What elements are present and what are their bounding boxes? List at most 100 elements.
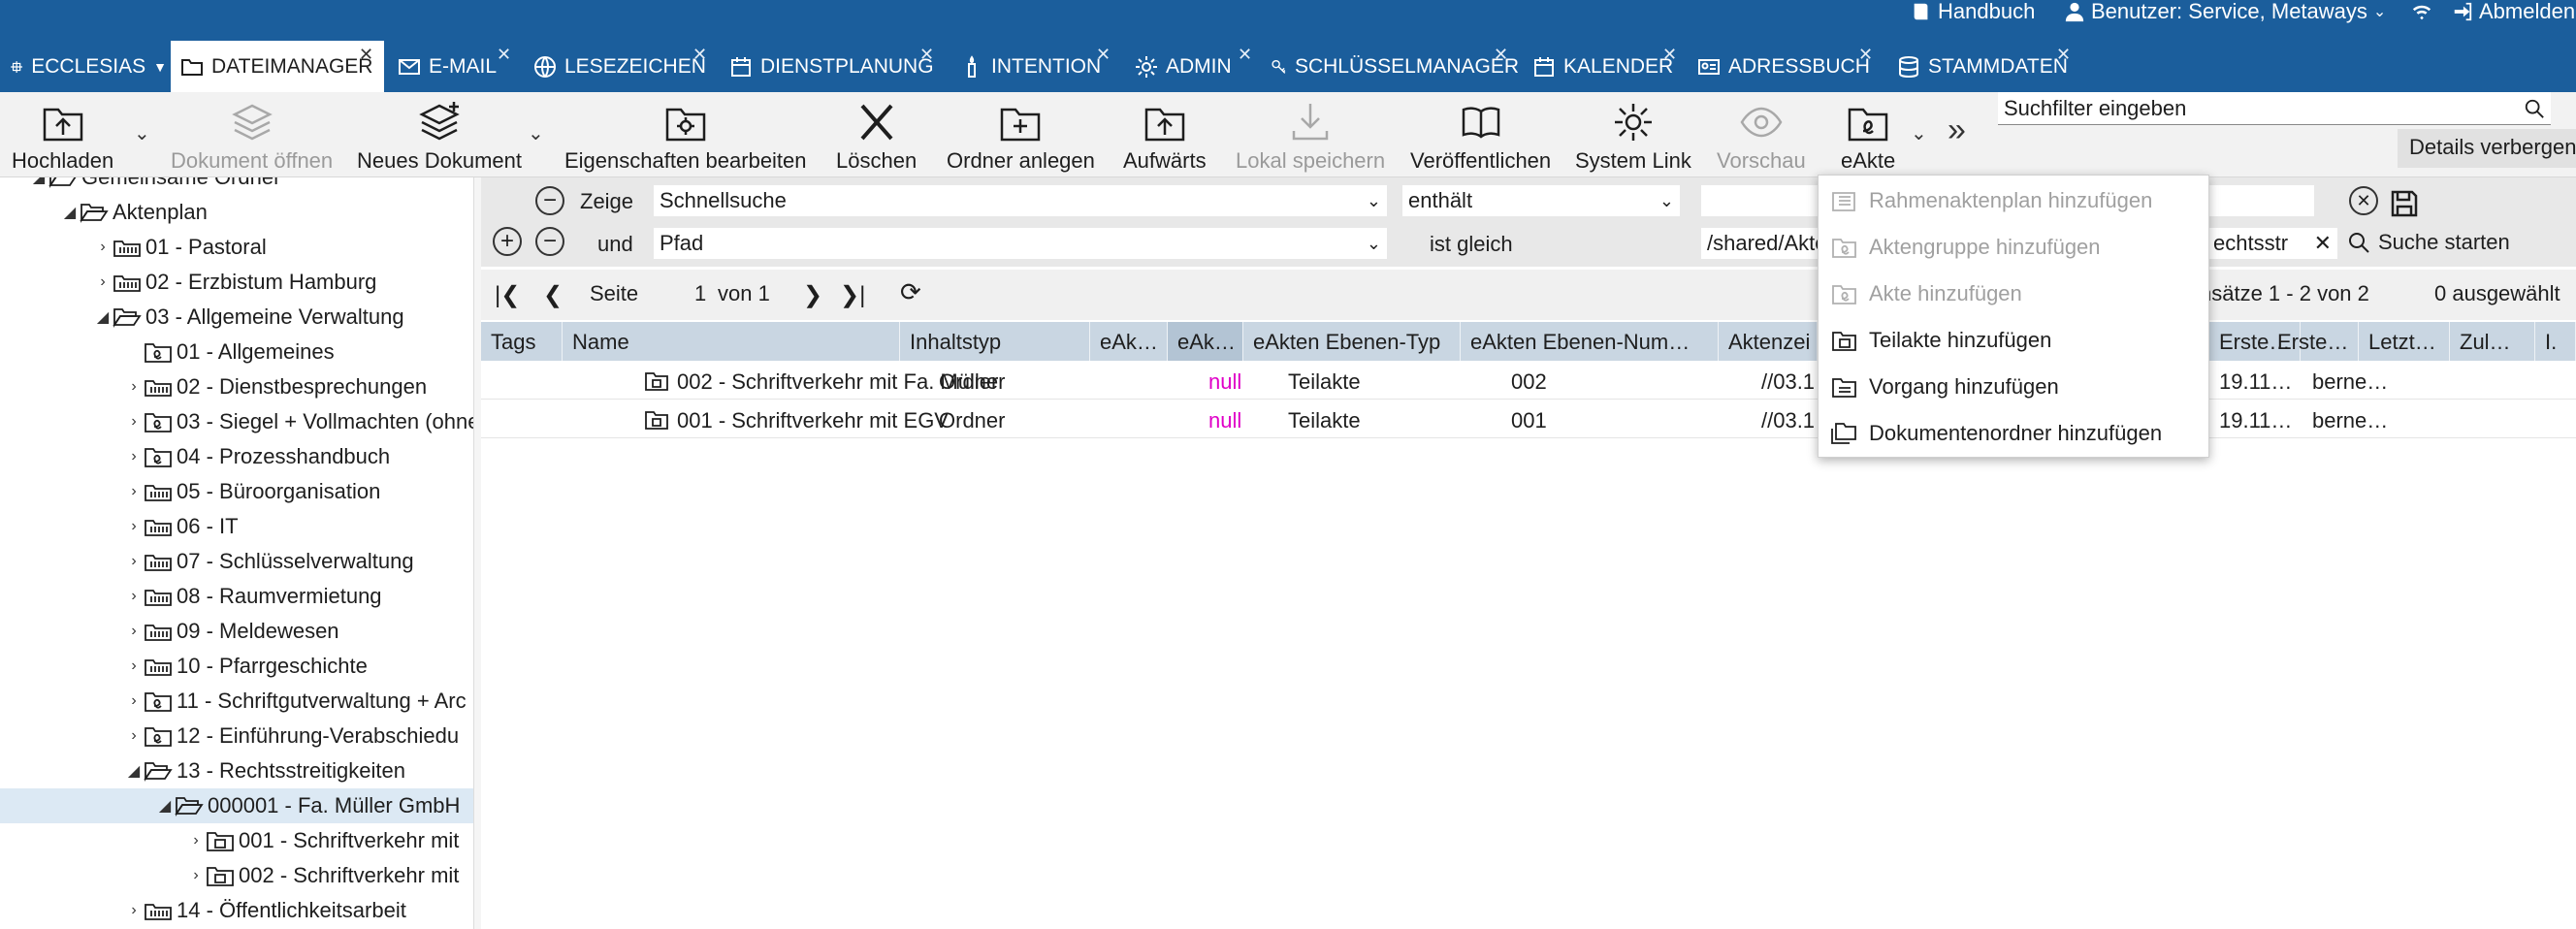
remove-filter-button[interactable]: − <box>535 227 564 256</box>
close-icon[interactable]: ✕ <box>359 45 373 65</box>
chevron-right-icon[interactable]: › <box>124 518 144 535</box>
logout-link[interactable]: Abmelden <box>2452 0 2575 23</box>
tree-node[interactable]: › 04 - Prozesshandbuch <box>0 439 390 474</box>
menu-item[interactable]: Aktengruppe hinzufügen <box>1819 224 2208 271</box>
chevron-right-icon[interactable]: › <box>124 902 144 919</box>
close-icon[interactable]: ✕ <box>1238 45 1252 65</box>
filter-value-input[interactable]: /shared/Akte <box>1701 228 1827 259</box>
tree-node[interactable]: 01 - Allgemeines <box>0 335 335 369</box>
tree-node[interactable]: ◢ Gemeinsame Ordner <box>0 177 280 195</box>
tree-node[interactable]: › 12 - Einführung-Verabschiedu <box>0 719 459 753</box>
add-filter-button[interactable]: + <box>493 227 522 256</box>
chevron-right-icon[interactable]: › <box>124 413 144 431</box>
tree-node[interactable]: › 07 - Schlüsselverwaltung <box>0 544 413 579</box>
tab-adressbuch[interactable]: ADRESSBUCH ✕ <box>1688 41 1882 92</box>
delete-button[interactable]: Löschen <box>836 100 917 177</box>
details-toggle-button[interactable]: Details verbergen <box>2398 129 2576 168</box>
menu-item[interactable]: Teilakte hinzufügen <box>1819 317 2208 364</box>
tab-dateimanager[interactable]: DATEIMANAGER ✕ <box>171 41 384 92</box>
chevron-right-icon[interactable]: › <box>93 273 113 291</box>
tree-node[interactable]: ◢ 13 - Rechtsstreitigkeiten <box>0 753 405 788</box>
tree-node[interactable]: › 08 - Raumvermietung <box>0 579 381 614</box>
chevron-right-icon[interactable]: › <box>124 657 144 675</box>
tree-node[interactable]: ◢ 000001 - Fa. Müller GmbH <box>0 788 473 823</box>
upload-button[interactable]: Hochladen <box>12 100 113 177</box>
system-link-button[interactable]: System Link <box>1575 100 1691 177</box>
chevron-right-icon[interactable]: › <box>124 378 144 396</box>
tree-node[interactable]: › 002 - Schriftverkehr mit <box>0 858 459 893</box>
new-document-button[interactable]: Neues Dokument <box>357 100 522 177</box>
column-header[interactable]: Inhaltstyp <box>900 322 1090 361</box>
open-document-button[interactable]: Dokument öffnen <box>171 100 333 177</box>
tree-node[interactable]: › 02 - Dienstbesprechungen <box>0 369 427 404</box>
filter-value-input[interactable] <box>2207 185 2314 216</box>
tab-schluesselmanager[interactable]: SCHLÜSSELMANAGER ✕ <box>1261 41 1519 92</box>
close-icon[interactable]: ✕ <box>692 45 707 65</box>
last-page-icon[interactable]: ❯| <box>840 281 865 309</box>
more-icon[interactable]: » <box>1948 112 1966 149</box>
close-icon[interactable]: ✕ <box>1858 45 1873 65</box>
chevron-right-icon[interactable]: › <box>124 553 144 570</box>
refresh-icon[interactable]: ⟳ <box>900 277 921 307</box>
tree-node[interactable]: › 10 - Pfarrgeschichte <box>0 649 368 684</box>
chevron-down-icon[interactable]: ⌄ <box>1911 121 1927 145</box>
tree-node[interactable]: › 11 - Schriftgutverwaltung + Arc <box>0 684 466 719</box>
triangle-expanded-icon[interactable]: ◢ <box>155 796 175 816</box>
chevron-right-icon[interactable]: › <box>186 867 206 884</box>
remove-filter-button[interactable]: − <box>535 186 564 215</box>
tab-intention[interactable]: INTENTION ✕ <box>950 41 1115 92</box>
tree-node[interactable]: › 09 - Meldewesen <box>0 614 338 649</box>
next-page-icon[interactable]: ❯ <box>803 281 822 309</box>
panel-splitter[interactable] <box>473 177 481 929</box>
tree-node[interactable]: ◢ 03 - Allgemeine Verwaltung <box>0 300 404 335</box>
chevron-down-icon[interactable]: ⌄ <box>528 121 544 145</box>
tab-kalender[interactable]: KALENDER ✕ <box>1523 41 1682 92</box>
close-icon[interactable]: ✕ <box>2056 45 2071 65</box>
close-icon[interactable]: ✕ <box>2314 231 2332 256</box>
handbook-link[interactable]: Handbuch <box>1911 0 2035 23</box>
menu-item[interactable]: Akte hinzufügen <box>1819 271 2208 317</box>
triangle-expanded-icon[interactable]: ◢ <box>29 177 48 187</box>
close-icon[interactable]: ✕ <box>1096 45 1111 65</box>
close-icon[interactable]: ✕ <box>1494 45 1508 65</box>
column-header[interactable]: Name <box>563 322 900 361</box>
filter-operator-select[interactable]: enthält ⌄ <box>1402 185 1680 216</box>
tree-node[interactable]: › 001 - Schriftverkehr mit <box>0 823 459 858</box>
user-menu[interactable]: Benutzer: Service, Metaways ⌄ <box>2064 0 2386 23</box>
tree-node[interactable]: › 01 - Pastoral <box>0 230 266 265</box>
close-icon[interactable]: ✕ <box>1662 45 1677 65</box>
save-icon[interactable] <box>2390 189 2419 218</box>
start-search-button[interactable]: Suche starten <box>2347 230 2510 255</box>
tree-node[interactable]: › 02 - Erzbistum Hamburg <box>0 265 376 300</box>
edit-properties-button[interactable]: Eigenschaften bearbeiten <box>564 100 807 177</box>
table-row[interactable]: 002 - Schriftverkehr mit Fa. Müller Ordn… <box>481 361 2576 400</box>
column-header[interactable]: I. <box>2535 322 2576 361</box>
eakte-button[interactable]: eAkte <box>1841 100 1895 177</box>
column-header[interactable]: eAkten Ebenen-Typ <box>1243 322 1461 361</box>
column-header[interactable]: Tags <box>481 322 563 361</box>
tab-dienstplanung[interactable]: DIENSTPLANUNG ✕ <box>720 41 939 92</box>
column-header[interactable]: eAkten Ebenen-Num… <box>1461 322 1719 361</box>
menu-item[interactable]: Dokumentenordner hinzufügen <box>1819 410 2208 457</box>
filter-value-input[interactable]: echtsstr ✕ <box>2207 228 2337 259</box>
filter-value-input[interactable] <box>1701 185 1827 216</box>
column-header[interactable]: Zul… <box>2450 322 2535 361</box>
tab-email[interactable]: E-MAIL ✕ <box>388 41 514 92</box>
column-header[interactable]: Erste… <box>2268 322 2359 361</box>
chevron-right-icon[interactable]: › <box>124 692 144 710</box>
chevron-right-icon[interactable]: › <box>124 727 144 745</box>
filter-field-select[interactable]: Pfad ⌄ <box>654 228 1387 259</box>
clear-filter-button[interactable]: ✕ <box>2349 186 2378 215</box>
tab-stammdaten[interactable]: STAMMDATEN ✕ <box>1887 41 2081 92</box>
tab-ecclesias[interactable]: ECCLESIAS ▼ <box>0 41 167 92</box>
up-button[interactable]: Aufwärts <box>1123 100 1207 177</box>
tree-node[interactable]: › 06 - IT <box>0 509 238 544</box>
table-row[interactable]: 001 - Schriftverkehr mit EGV Ordner null… <box>481 400 2576 438</box>
chevron-right-icon[interactable]: › <box>124 483 144 500</box>
menu-item[interactable]: Vorgang hinzufügen <box>1819 364 2208 410</box>
publish-button[interactable]: Veröffentlichen <box>1410 100 1551 177</box>
preview-button[interactable]: Vorschau <box>1717 100 1806 177</box>
close-icon[interactable]: ✕ <box>919 45 934 65</box>
prev-page-icon[interactable]: ❮ <box>543 281 563 309</box>
close-icon[interactable]: ✕ <box>497 45 511 65</box>
